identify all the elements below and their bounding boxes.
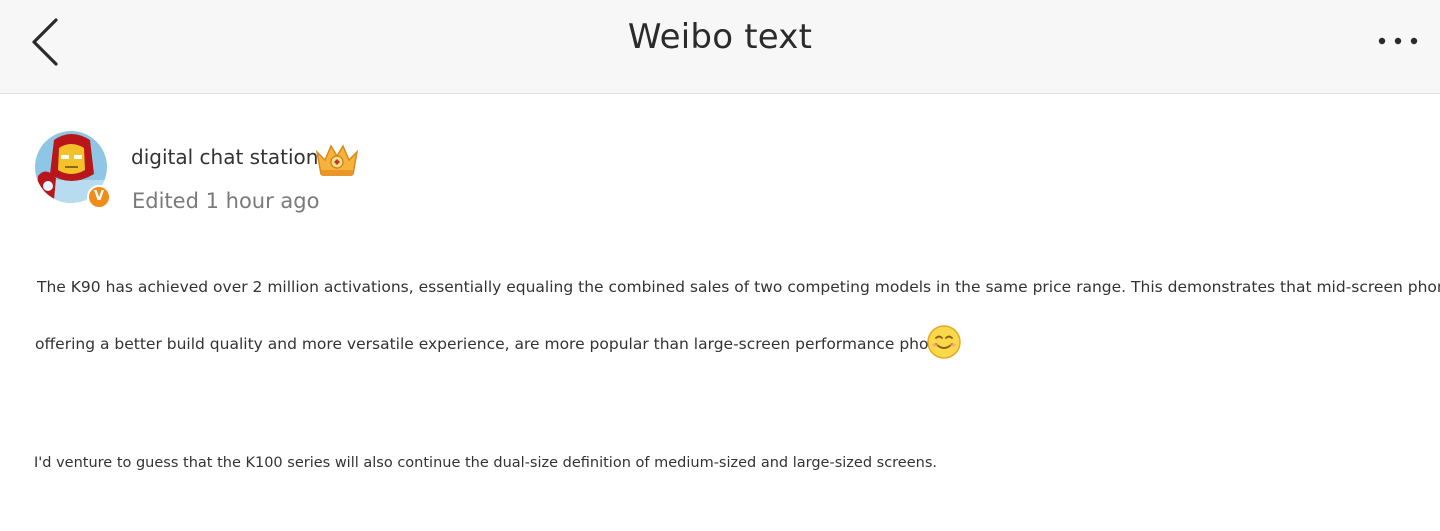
- post-text-line: offering a better build quality and more…: [35, 335, 961, 353]
- edited-timestamp: Edited 1 hour ago: [132, 189, 320, 213]
- smile-emoji-icon: [926, 324, 962, 360]
- verified-badge: V: [87, 185, 111, 209]
- author-name[interactable]: digital chat station: [131, 145, 318, 169]
- author-avatar[interactable]: V: [34, 130, 112, 209]
- crown-badge-icon: [315, 144, 359, 176]
- member-badge[interactable]: [313, 140, 361, 180]
- page-title: Weibo text: [627, 17, 813, 57]
- more-options-button[interactable]: [1372, 28, 1424, 54]
- more-dots-icon: [1378, 37, 1418, 45]
- top-nav-bar: Weibo text: [0, 0, 1440, 94]
- post-text-line: The K90 has achieved over 2 million acti…: [37, 278, 1440, 296]
- post-text-paragraph: I'd venture to guess that the K100 serie…: [34, 455, 938, 471]
